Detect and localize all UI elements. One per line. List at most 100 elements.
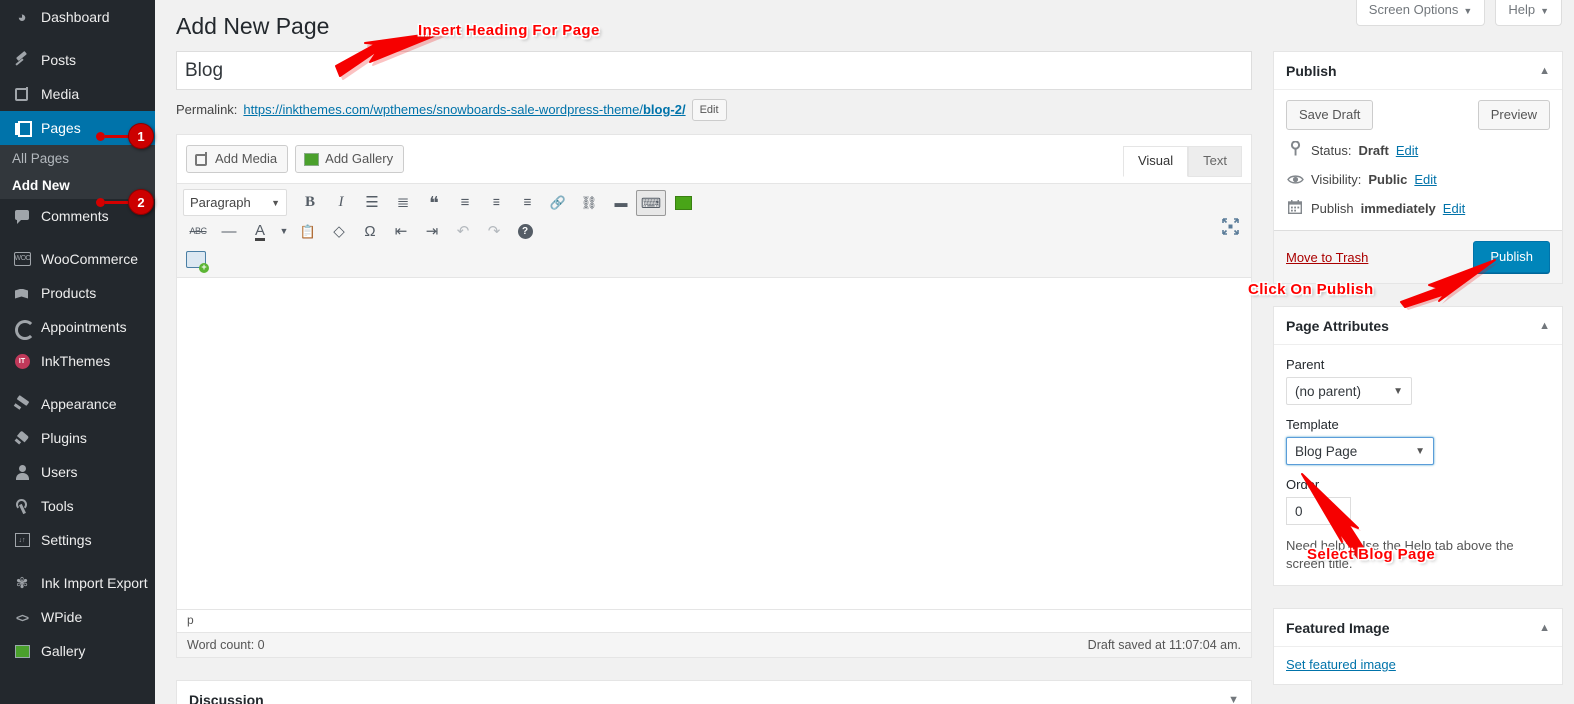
sidebar-item-settings[interactable]: Settings [0, 523, 155, 557]
editor-content-area[interactable] [177, 277, 1251, 609]
move-to-trash-link[interactable]: Move to Trash [1286, 250, 1368, 265]
template-select[interactable]: Blog Page ▼ [1286, 437, 1434, 465]
save-draft-button[interactable]: Save Draft [1286, 100, 1374, 130]
discussion-metabox-header[interactable]: Discussion ▼ [177, 681, 1251, 704]
bulleted-list-icon[interactable]: ☰ [357, 190, 387, 216]
outdent-icon[interactable]: ⇤ [386, 219, 416, 245]
sidebar-item-gallery[interactable]: Gallery [0, 634, 155, 668]
insert-link-icon[interactable]: 🔗 [543, 190, 573, 216]
permalink-link[interactable]: https://inkthemes.com/wpthemes/snowboard… [243, 99, 685, 121]
indent-icon[interactable]: ⇥ [417, 219, 447, 245]
sidebar-item-wpide[interactable]: WPide [0, 600, 155, 634]
custom-green-button[interactable] [668, 190, 698, 216]
parent-select[interactable]: (no parent) ▼ [1286, 377, 1412, 405]
chevron-up-icon[interactable]: ▲ [1539, 622, 1550, 634]
parent-select-value: (no parent) [1295, 383, 1362, 399]
sidebar-item-media[interactable]: Media [0, 77, 155, 111]
align-center-icon[interactable]: ≡ [481, 190, 511, 216]
read-more-icon[interactable]: ▬ [605, 190, 635, 216]
blockquote-icon[interactable]: ❝ [419, 190, 449, 216]
paste-as-text-icon[interactable]: 📋 [293, 219, 323, 245]
set-featured-image-link[interactable]: Set featured image [1286, 657, 1396, 672]
featured-image-metabox: Featured Image ▲ Set featured image [1273, 608, 1563, 685]
status-value: Draft [1358, 142, 1389, 158]
sidebar-item-posts[interactable]: Posts [0, 43, 155, 77]
add-media-label: Add Media [215, 151, 278, 166]
tab-visual[interactable]: Visual [1122, 146, 1189, 177]
submenu-item-all-pages[interactable]: All Pages [0, 145, 155, 172]
edit-visibility-link[interactable]: Edit [1414, 171, 1436, 189]
sidebar-item-plugins[interactable]: Plugins [0, 421, 155, 455]
text-color-caret-icon[interactable]: ▼ [276, 219, 292, 245]
numbered-list-icon[interactable]: ≣ [388, 190, 418, 216]
sidebar-item-label: Tools [41, 498, 74, 514]
tab-text[interactable]: Text [1188, 146, 1242, 177]
add-gallery-icon [304, 152, 320, 166]
chevron-up-icon[interactable]: ▲ [1539, 320, 1550, 332]
remove-link-icon[interactable]: ⛓ [574, 190, 604, 216]
featured-image-header[interactable]: Featured Image ▲ [1274, 609, 1562, 647]
text-color-icon[interactable]: A [245, 219, 275, 245]
chevron-up-icon[interactable]: ▲ [1539, 65, 1550, 77]
sidebar-item-users[interactable]: Users [0, 455, 155, 489]
wrench-icon [15, 498, 30, 514]
permalink-label: Permalink: [176, 102, 238, 117]
order-input[interactable] [1286, 497, 1351, 525]
edit-permalink-button[interactable]: Edit [691, 99, 727, 121]
edit-status-link[interactable]: Edit [1396, 142, 1418, 160]
chevron-down-icon[interactable]: ▼ [1228, 694, 1239, 704]
parent-label: Parent [1286, 357, 1325, 372]
chevron-down-icon: ▼ [1415, 445, 1425, 457]
toolbar-toggle-icon[interactable]: ⌨ [636, 189, 666, 216]
clear-formatting-icon[interactable]: ◇ [324, 219, 354, 245]
page-title-input[interactable] [176, 51, 1252, 90]
insert-shortcode-icon[interactable] [186, 250, 209, 273]
sidebar-item-dashboard[interactable]: Dashboard [0, 0, 155, 34]
keyboard-shortcuts-icon[interactable]: ? [510, 219, 540, 245]
strikethrough-icon[interactable]: ABC [183, 219, 213, 245]
publish-metabox-header[interactable]: Publish ▲ [1274, 52, 1562, 90]
undo-icon[interactable]: ↶ [448, 219, 478, 245]
add-media-button[interactable]: Add Media [186, 145, 289, 173]
numbered-list-icon-glyph: ≣ [396, 194, 410, 211]
status-label: Status: [1311, 142, 1352, 158]
bold-icon[interactable]: B [295, 190, 325, 216]
bulleted-list-icon-glyph: ☰ [365, 194, 379, 211]
sidebar-item-label: Plugins [41, 430, 87, 446]
align-right-icon[interactable]: ≡ [512, 190, 542, 216]
gallery-icon-wrap [12, 641, 32, 661]
sidebar-item-appearance[interactable]: Appearance [0, 387, 155, 421]
page-attributes-header[interactable]: Page Attributes ▲ [1274, 307, 1562, 345]
pin-icon-wrap [12, 50, 32, 70]
sidebar-item-inkthemes[interactable]: InkThemes [0, 344, 155, 378]
distraction-free-writing-icon[interactable] [1222, 218, 1239, 239]
redo-icon[interactable]: ↷ [479, 219, 509, 245]
help-button[interactable]: Help ▼ [1495, 0, 1562, 26]
publish-time-row: Publish immediately Edit [1286, 200, 1550, 218]
screen-options-button[interactable]: Screen Options ▼ [1355, 0, 1486, 26]
publish-button[interactable]: Publish [1473, 241, 1550, 273]
sidebar-item-label: Settings [41, 532, 92, 548]
horizontal-rule-icon[interactable]: — [214, 219, 244, 245]
post-body-column: Permalink: https://inkthemes.com/wptheme… [176, 51, 1252, 704]
italic-icon[interactable]: I [326, 190, 356, 216]
align-left-icon[interactable]: ≡ [450, 190, 480, 216]
sidebar-item-pages[interactable]: Pages [0, 111, 155, 145]
sidebar-item-ink-import-export[interactable]: Ink Import Export [0, 566, 155, 600]
preview-button[interactable]: Preview [1477, 100, 1550, 130]
sidebar-item-appointments[interactable]: Appointments [0, 310, 155, 344]
special-character-icon[interactable]: Ω [355, 219, 385, 245]
word-count: Word count: 0 [187, 638, 265, 652]
submenu-item-add-new[interactable]: Add New [0, 172, 155, 199]
sidebar-item-products[interactable]: Products [0, 276, 155, 310]
user-icon-wrap [12, 462, 32, 482]
edit-publish-time-link[interactable]: Edit [1443, 200, 1465, 218]
visibility-value: Public [1368, 172, 1408, 187]
sidebar-item-woocommerce[interactable]: WooCommerce [0, 242, 155, 276]
main-content: Screen Options ▼ Help ▼ Add New Page Perma… [155, 0, 1574, 704]
sidebar-item-comments[interactable]: Comments [0, 199, 155, 233]
remove-link-icon-glyph: ⛓ [580, 195, 598, 210]
add-gallery-button[interactable]: Add Gallery [295, 145, 405, 173]
paragraph-format-select[interactable]: Paragraph ▼ [183, 189, 287, 216]
sidebar-item-tools[interactable]: Tools [0, 489, 155, 523]
